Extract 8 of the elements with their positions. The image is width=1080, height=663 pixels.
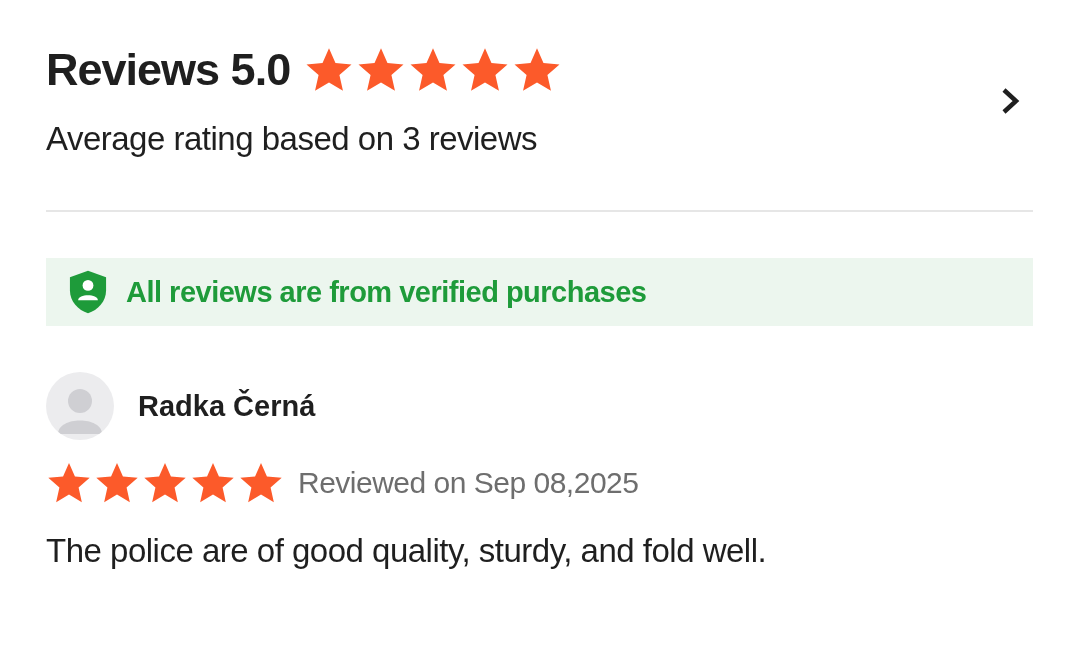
review-text: The police are of good quality, sturdy, and fold well. xyxy=(46,532,768,570)
review-date: Reviewed on Sep 08,2025 xyxy=(298,466,639,500)
chevron-right-icon[interactable] xyxy=(1001,86,1021,116)
section-title: Reviews 5.0 xyxy=(46,44,291,96)
verified-text: All reviews are from verified purchases xyxy=(126,275,647,309)
shield-person-icon xyxy=(68,269,108,315)
rating-summary: Average rating based on 3 reviews xyxy=(46,120,539,158)
reviewer-name: Radka Černá xyxy=(138,389,316,423)
